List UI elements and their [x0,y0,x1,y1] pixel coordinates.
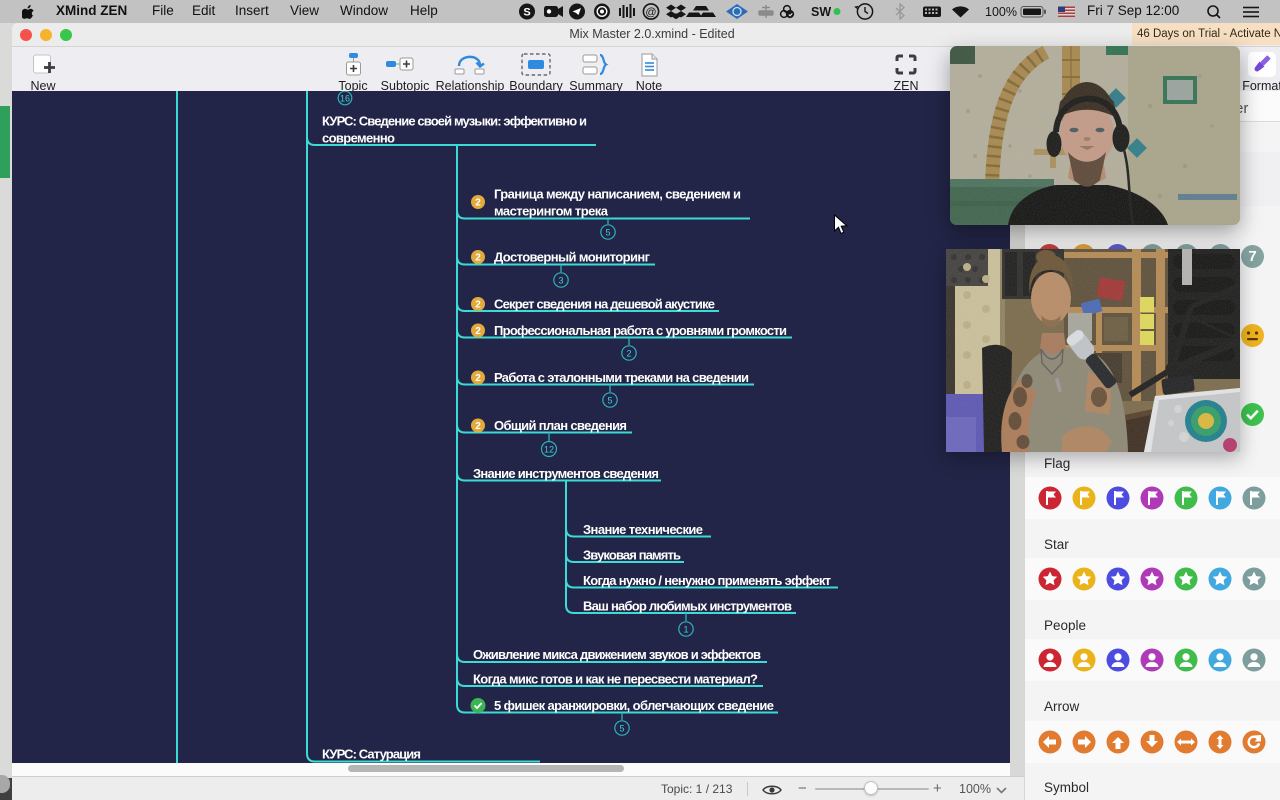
svg-text:Работа с эталонными треками на: Работа с эталонными треками на сведении [494,370,749,385]
svg-text:S: S [523,7,530,19]
svg-text:Когда микс готов и как не пере: Когда микс готов и как не пересвести мат… [473,672,758,687]
svg-text:1: 1 [683,625,688,635]
svg-text:2: 2 [475,421,481,432]
svg-text:2: 2 [626,349,631,359]
svg-text:современно: современно [322,131,395,146]
svg-text:5: 5 [607,396,612,406]
svg-text:мастерингом трека: мастерингом трека [494,204,609,219]
svg-text:КУРС: Сведение своей музыки: э: КУРС: Сведение своей музыки: эффективно … [322,114,587,129]
svg-text:Секрет сведения на дешевой аку: Секрет сведения на дешевой акустике [494,297,715,312]
svg-text:Граница между написанием, свед: Граница между написанием, сведением и [494,187,741,202]
svg-text:5: 5 [619,724,624,734]
svg-text:Общий план сведения: Общий план сведения [494,418,627,433]
svg-text:Знание технические: Знание технические [583,522,703,537]
svg-text:2: 2 [475,300,481,311]
svg-text:2: 2 [475,198,481,209]
svg-text:@: @ [645,7,656,19]
svg-text:Достоверный мониторинг: Достоверный мониторинг [494,250,651,265]
svg-text:КУРС: Сатурация: КУРС: Сатурация [322,747,421,762]
svg-text:100%: 100% [985,5,1017,19]
svg-text:16: 16 [340,94,350,104]
svg-text:3: 3 [558,276,563,286]
svg-text:2: 2 [475,326,481,337]
svg-text:Знание инструментов сведения: Знание инструментов сведения [473,466,659,481]
svg-text:Профессиональная работа с уров: Профессиональная работа с уровнями громк… [494,323,787,338]
svg-text:Звуковая память: Звуковая память [583,548,681,563]
svg-text:Когда нужно / ненужно применят: Когда нужно / ненужно применять эффект [583,573,831,588]
svg-text:SW: SW [811,5,831,19]
svg-text:5 фишек аранжировки, облегчающ: 5 фишек аранжировки, облегчающих сведени… [494,698,774,713]
svg-text:2: 2 [475,373,481,384]
svg-text:Ваш набор любимых инструментов: Ваш набор любимых инструментов [583,599,792,614]
svg-text:5: 5 [605,228,610,238]
svg-text:Оживление микса движением звук: Оживление микса движением звуков и эффек… [473,647,761,662]
svg-text:2: 2 [475,253,481,264]
svg-text:12: 12 [544,445,554,455]
